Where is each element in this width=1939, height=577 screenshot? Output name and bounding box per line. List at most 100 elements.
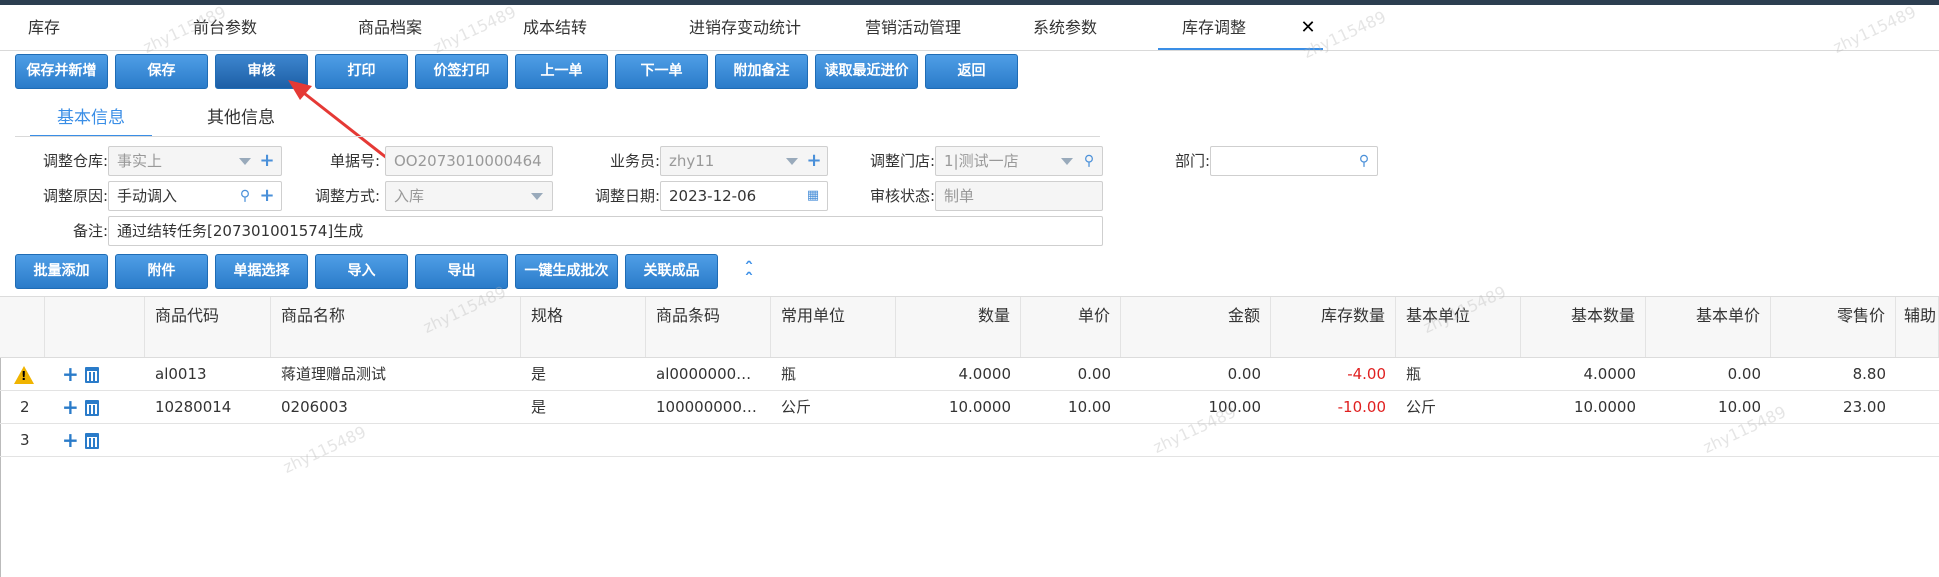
batch-add-button[interactable]: 批量添加 [15,254,108,289]
col-header[interactable]: 常用单位 [771,297,896,357]
doc-select-button[interactable]: 单据选择 [215,254,308,289]
date-input[interactable]: 2023-12-06 ▦ [660,181,828,211]
cell-amount: 0.00 [1227,365,1261,383]
col-header[interactable]: 辅助 [1896,297,1939,357]
col-header[interactable]: 金额 [1121,297,1271,357]
add-row-icon[interactable]: + [62,362,79,386]
col-header[interactable]: 库存数量 [1271,297,1396,357]
add-row-icon[interactable]: + [62,428,79,452]
table-row[interactable]: ! + al0013 蒋道理赠品测试 是 al0000000… 瓶 4.0000… [0,358,1939,391]
col-header[interactable]: 商品代码 [145,297,271,357]
cell-qty[interactable]: 4.0000 [896,358,1021,390]
add-icon[interactable]: + [259,187,275,205]
reason-label: 调整原因: [42,187,108,205]
table-row[interactable]: 2 + 10280014 0206003 是 100000000… 公斤 10.… [0,391,1939,424]
warehouse-select[interactable]: 事实上 + [108,146,282,176]
price-tag-print-button[interactable]: 价签打印 [415,54,508,89]
search-icon[interactable]: ⚲ [1081,153,1097,169]
cell-spec: 是 [531,398,547,416]
store-select[interactable]: 1|测试一店 ⚲ [935,146,1103,176]
import-button[interactable]: 导入 [315,254,408,289]
tab-bar: 库存 前台参数 商品档案 成本结转 进销存变动统计 营销活动管理 系统参数 库存… [0,5,1939,51]
trash-icon[interactable] [84,367,99,383]
attachment-button[interactable]: 附件 [115,254,208,289]
reason-value: 手动调入 [117,187,178,205]
mode-value: 入库 [394,187,425,205]
back-button[interactable]: 返回 [925,54,1018,89]
col-header[interactable]: 基本数量 [1521,297,1646,357]
chevron-down-icon[interactable] [531,193,543,200]
chevron-down-icon[interactable] [239,158,251,165]
remark-input[interactable]: 通过结转任务[207301001574]生成 [108,216,1103,246]
export-button[interactable]: 导出 [415,254,508,289]
warning-icon: ! [14,366,34,384]
tab-inventory-stats[interactable]: 进销存变动统计 [670,5,820,50]
dept-input[interactable]: ⚲ [1210,146,1378,176]
chevron-down-icon[interactable] [786,158,798,165]
cell-base-price: 0.00 [1727,365,1761,383]
cell-barcode: 100000000… [656,398,757,416]
collapse-up-icon[interactable]: ˆˆ [738,261,760,290]
store-label: 调整门店: [869,152,935,170]
col-header[interactable]: 基本单价 [1646,297,1771,357]
cell-retail: 23.00 [1843,398,1886,416]
mode-label: 调整方式: [314,187,380,205]
audit-button[interactable]: 审核 [215,54,308,89]
tab-inventory[interactable]: 库存 [0,5,88,50]
prev-doc-button[interactable]: 上一单 [515,54,608,89]
add-remark-button[interactable]: 附加备注 [715,54,808,89]
read-recent-price-button[interactable]: 读取最近进价 [815,54,918,89]
cell-stock: -4.00 [1347,365,1386,383]
row-index: 2 [20,398,30,416]
salesman-label: 业务员: [609,152,660,170]
row-actions: + [62,363,99,385]
next-doc-button[interactable]: 下一单 [615,54,708,89]
grid-header: 商品代码 商品名称 规格 商品条码 常用单位 数量 单价 金额 库存数量 基本单… [0,296,1939,358]
generate-batch-button[interactable]: 一键生成批次 [515,254,618,289]
col-header[interactable]: 商品条码 [646,297,771,357]
store-value: 1|测试一店 [944,152,1019,170]
cell-barcode: al0000000… [656,365,752,383]
chevron-down-icon[interactable] [1061,158,1073,165]
warehouse-value: 事实上 [117,152,163,170]
audit-status-label: 审核状态: [869,187,935,205]
warehouse-label: 调整仓库: [42,152,108,170]
calendar-icon[interactable]: ▦ [805,188,821,204]
search-icon[interactable]: ⚲ [237,188,253,204]
add-icon[interactable]: + [806,152,822,170]
subtab-divider [15,136,1100,137]
doc-no-field[interactable]: OO2073010000464 [385,146,553,176]
cell-price[interactable]: 10.00 [1021,391,1121,423]
subtab-other-info[interactable]: 其他信息 [180,103,302,137]
cell-base-qty: 4.0000 [1583,365,1637,383]
trash-icon[interactable] [84,433,99,449]
cell-price[interactable]: 0.00 [1021,358,1121,390]
cell-name: 0206003 [281,398,348,416]
add-row-icon[interactable]: + [62,395,79,419]
cell-qty[interactable]: 10.0000 [896,391,1021,423]
date-value: 2023-12-06 [669,187,757,205]
col-header[interactable]: 数量 [896,297,1021,357]
link-product-button[interactable]: 关联成品 [625,254,718,289]
tab-marketing[interactable]: 营销活动管理 [838,5,988,50]
cell-base-qty: 10.0000 [1573,398,1636,416]
col-header[interactable]: 零售价 [1771,297,1896,357]
trash-icon[interactable] [84,400,99,416]
salesman-select[interactable]: zhy11 + [660,146,828,176]
col-header[interactable]: 规格 [521,297,646,357]
cell-spec: 是 [531,365,547,383]
cell-name: 蒋道理赠品测试 [281,365,387,383]
col-header[interactable]: 单价 [1021,297,1121,357]
table-row[interactable]: 3 + [0,424,1939,457]
reason-select[interactable]: 手动调入 ⚲ + [108,181,282,211]
tab-system-params[interactable]: 系统参数 [1005,5,1125,50]
print-button[interactable]: 打印 [315,54,408,89]
tab-close-icon[interactable]: ✕ [1299,19,1317,37]
mode-select[interactable]: 入库 [385,181,553,211]
save-button[interactable]: 保存 [115,54,208,89]
date-label: 调整日期: [594,187,660,205]
add-icon[interactable]: + [259,152,275,170]
subtab-basic-info[interactable]: 基本信息 [30,103,152,137]
save-and-new-button[interactable]: 保存并新增 [15,54,108,89]
search-icon[interactable]: ⚲ [1356,153,1372,169]
